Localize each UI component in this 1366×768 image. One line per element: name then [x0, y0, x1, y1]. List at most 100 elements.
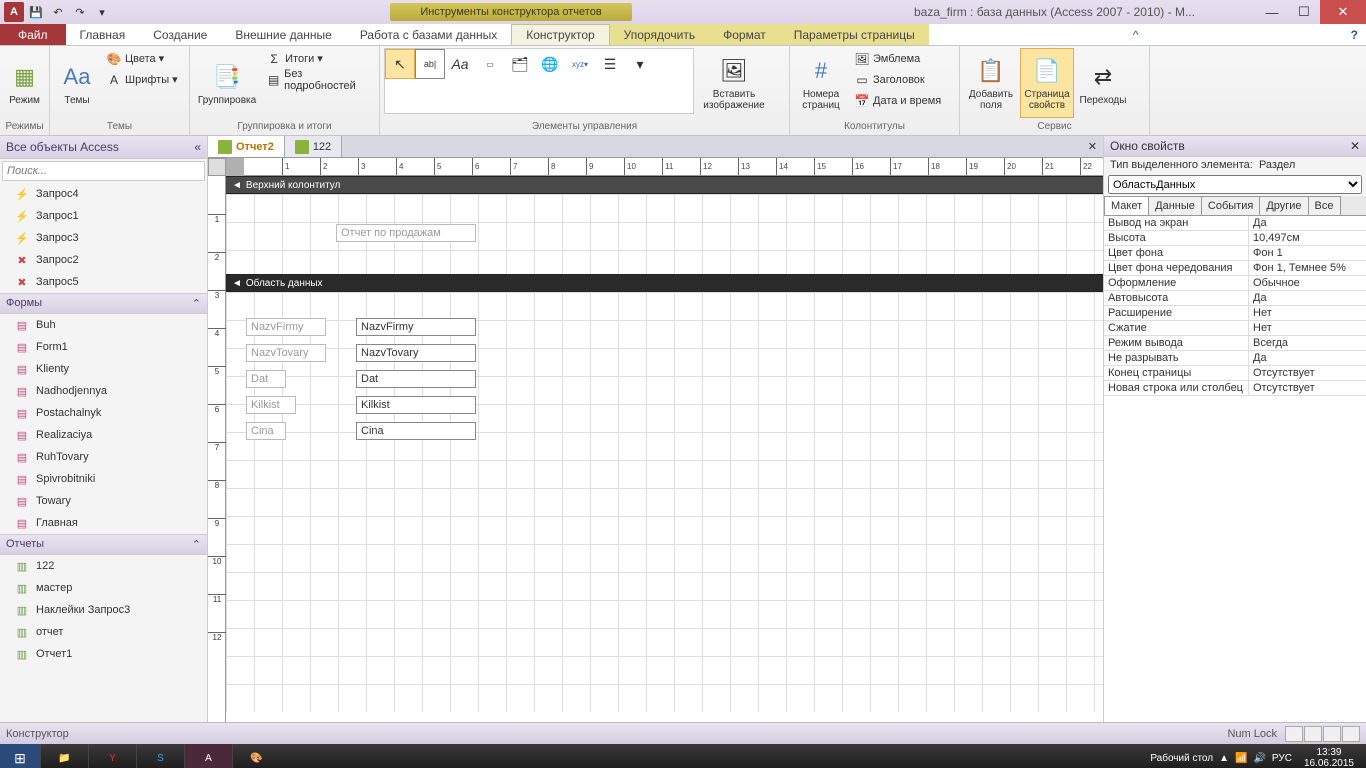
- property-value[interactable]: Всегда: [1249, 336, 1366, 350]
- property-value[interactable]: Фон 1, Темнее 5%: [1249, 261, 1366, 275]
- tray-network-icon[interactable]: 📶: [1235, 753, 1247, 764]
- redo-icon[interactable]: ↷: [70, 2, 90, 22]
- object-selector[interactable]: ОбластьДанных: [1108, 175, 1362, 194]
- property-row[interactable]: Цвет фона чередованияФон 1, Темнее 5%: [1104, 261, 1366, 276]
- prop-tab-all[interactable]: Все: [1308, 196, 1341, 215]
- nav-item-query[interactable]: ⚡Запрос4: [0, 183, 207, 205]
- field-label[interactable]: Cina: [246, 422, 286, 440]
- property-value[interactable]: Да: [1249, 291, 1366, 305]
- taskbar-yandex-icon[interactable]: Y: [88, 744, 136, 768]
- select-tool-icon[interactable]: ↖: [385, 49, 415, 79]
- nav-item-report[interactable]: ▥Наклейки Запрос3: [0, 599, 207, 621]
- nav-item-form[interactable]: ▤Nadhodjennya: [0, 380, 207, 402]
- taskbar-desktop-label[interactable]: Рабочий стол: [1150, 753, 1213, 764]
- property-row[interactable]: АвтовысотаДа: [1104, 291, 1366, 306]
- prop-tab-event[interactable]: События: [1201, 196, 1260, 215]
- tab-design[interactable]: Конструктор: [511, 24, 609, 45]
- close-doc-icon[interactable]: ✕: [1082, 136, 1103, 157]
- taskbar-explorer-icon[interactable]: 📁: [40, 744, 88, 768]
- report-title-label[interactable]: Отчет по продажам: [336, 224, 476, 242]
- doc-tab-active[interactable]: Отчет2: [208, 136, 285, 157]
- property-row[interactable]: РасширениеНет: [1104, 306, 1366, 321]
- insert-image-button[interactable]: 🖼Вставить изображение: [696, 48, 772, 118]
- nav-item-report[interactable]: ▥мастер: [0, 577, 207, 599]
- nav-collapse-icon[interactable]: «: [194, 140, 201, 154]
- themes-button[interactable]: AaТемы: [54, 48, 100, 118]
- property-sheet-button[interactable]: 📄Страница свойств: [1020, 48, 1074, 118]
- page-numbers-button[interactable]: #Номера страниц: [794, 48, 848, 118]
- nav-category-reports[interactable]: Отчеты⌃: [0, 534, 207, 555]
- nav-item-form[interactable]: ▤Spivrobitniki: [0, 468, 207, 490]
- field-textbox[interactable]: NazvTovary: [356, 344, 476, 362]
- property-value[interactable]: Нет: [1249, 321, 1366, 335]
- tab-database-tools[interactable]: Работа с базами данных: [346, 24, 511, 45]
- prop-tab-format[interactable]: Макет: [1104, 196, 1149, 215]
- field-label[interactable]: Dat: [246, 370, 286, 388]
- group-sort-button[interactable]: 📑Группировка: [194, 48, 260, 118]
- field-textbox[interactable]: NazvFirmy: [356, 318, 476, 336]
- property-value[interactable]: Обычное: [1249, 276, 1366, 290]
- taskbar-clock[interactable]: 13:3916.06.2015: [1298, 747, 1360, 768]
- save-icon[interactable]: 💾: [26, 2, 46, 22]
- close-icon[interactable]: ✕: [1350, 139, 1360, 153]
- property-row[interactable]: Режим выводаВсегда: [1104, 336, 1366, 351]
- nav-header[interactable]: Все объекты Access«: [0, 136, 207, 159]
- tray-lang[interactable]: РУС: [1272, 753, 1292, 764]
- nav-item-form[interactable]: ▤Buh: [0, 314, 207, 336]
- field-label[interactable]: NazvFirmy: [246, 318, 326, 336]
- tab-home[interactable]: Главная: [66, 24, 140, 45]
- more-controls-icon[interactable]: ▾: [625, 49, 655, 79]
- nav-item-form[interactable]: ▤RuhTovary: [0, 446, 207, 468]
- tray-icon[interactable]: ▲: [1219, 753, 1229, 764]
- qat-customize-icon[interactable]: ▾: [92, 2, 112, 22]
- start-button[interactable]: ⊞: [0, 744, 40, 768]
- label-tool-icon[interactable]: Aa: [445, 49, 475, 79]
- property-value[interactable]: Отсутствует: [1249, 381, 1366, 395]
- field-textbox[interactable]: Cina: [356, 422, 476, 440]
- nav-item-report[interactable]: ▥Отчет1: [0, 643, 207, 665]
- nav-item-report[interactable]: ▥122: [0, 555, 207, 577]
- nav-item-query[interactable]: ⚡Запрос1: [0, 205, 207, 227]
- nav-item-form[interactable]: ▤Towary: [0, 490, 207, 512]
- hide-details-button[interactable]: ▤Без подробностей: [262, 69, 375, 90]
- undo-icon[interactable]: ↶: [48, 2, 68, 22]
- property-value[interactable]: Да: [1249, 351, 1366, 365]
- taskbar-skype-icon[interactable]: S: [136, 744, 184, 768]
- doc-tab[interactable]: 122: [285, 136, 342, 157]
- field-label[interactable]: NazvTovary: [246, 344, 326, 362]
- tab-tool-icon[interactable]: 🗂: [505, 49, 535, 79]
- tab-create[interactable]: Создание: [139, 24, 221, 45]
- page-header-body[interactable]: Отчет по продажам: [226, 194, 1103, 274]
- property-value[interactable]: 10,497см: [1249, 231, 1366, 245]
- logo-button[interactable]: 🖼Эмблема: [850, 48, 945, 69]
- search-input[interactable]: [2, 161, 205, 181]
- nav-item-query[interactable]: ✖Запрос2: [0, 249, 207, 271]
- detail-body[interactable]: NazvFirmy NazvFirmy NazvTovary NazvTovar…: [226, 292, 1103, 712]
- property-row[interactable]: Конец страницыОтсутствует: [1104, 366, 1366, 381]
- horizontal-ruler[interactable]: /*ticks added below*/ 123456789101112131…: [244, 158, 1103, 176]
- property-grid[interactable]: Вывод на экранДаВысота10,497смЦвет фонаФ…: [1104, 216, 1366, 722]
- title-button[interactable]: ▭Заголовок: [850, 69, 945, 90]
- prop-tab-other[interactable]: Другие: [1259, 196, 1308, 215]
- property-row[interactable]: СжатиеНет: [1104, 321, 1366, 336]
- hyperlink-tool-icon[interactable]: 🌐: [535, 49, 565, 79]
- tab-external-data[interactable]: Внешние данные: [221, 24, 346, 45]
- field-textbox[interactable]: Kilkist: [356, 396, 476, 414]
- maximize-button[interactable]: ☐: [1288, 0, 1320, 24]
- tab-order-button[interactable]: ⇄Переходы: [1076, 48, 1130, 118]
- section-page-header[interactable]: ◄Верхний колонтитул: [226, 176, 1103, 194]
- nav-item-form[interactable]: ▤Главная: [0, 512, 207, 534]
- nav-item-form[interactable]: ▤Form1: [0, 336, 207, 358]
- nav-item-form[interactable]: ▤Klienty: [0, 358, 207, 380]
- totals-button[interactable]: ΣИтоги▾: [262, 48, 375, 69]
- ribbon-minimize-icon[interactable]: ^: [1125, 24, 1147, 45]
- prop-tab-data[interactable]: Данные: [1148, 196, 1202, 215]
- datetime-button[interactable]: 📅Дата и время: [850, 90, 945, 111]
- property-value[interactable]: Нет: [1249, 306, 1366, 320]
- add-fields-button[interactable]: 📋Добавить поля: [964, 48, 1018, 118]
- textbox-tool-icon[interactable]: ab|: [415, 49, 445, 79]
- property-row[interactable]: Не разрыватьДа: [1104, 351, 1366, 366]
- view-switcher[interactable]: [1285, 726, 1360, 742]
- taskbar-paint-icon[interactable]: 🎨: [232, 744, 280, 768]
- nav-item-form[interactable]: ▤Realizaciya: [0, 424, 207, 446]
